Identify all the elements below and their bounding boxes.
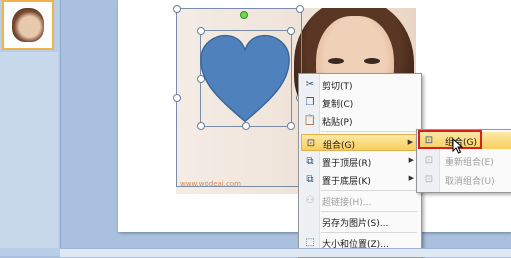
rotate-handle[interactable] <box>240 11 248 19</box>
slide-thumbnail[interactable] <box>2 0 54 50</box>
menu-item-group[interactable]: ⊡ 组合(G) ▶ <box>301 134 419 151</box>
menu-separator <box>321 211 417 212</box>
menu-separator <box>321 131 417 132</box>
submenu-item-ungroup[interactable]: ⊡ 取消组合(U) <box>419 171 511 188</box>
resize-handle[interactable] <box>296 5 304 13</box>
menu-item-label: 超链接(H)... <box>322 198 372 208</box>
paste-icon: 📋 <box>303 115 317 126</box>
ungroup-icon: ⊡ <box>424 174 434 185</box>
menu-item-label: 置于顶层(R) <box>322 159 372 169</box>
menu-item-label: 取消组合(U) <box>445 177 495 187</box>
menu-item-label: 重新组合(E) <box>445 158 494 168</box>
bring-to-front-icon: ⧉ <box>306 156 314 167</box>
menu-item-bring-to-front[interactable]: ⧉ 置于顶层(R) ▶ <box>301 153 419 170</box>
menu-item-label: 另存为图片(S)... <box>322 219 389 229</box>
mouse-pointer-icon <box>452 138 464 154</box>
menu-item-label: 组合(G) <box>323 141 355 151</box>
copy-icon: ❐ <box>305 97 315 108</box>
context-menu: ✂ 剪切(T) ❐ 复制(C) 📋 粘贴(P) ⊡ 组合(G) ▶ ⧉ 置于顶层… <box>298 73 422 258</box>
menu-item-save-as-picture[interactable]: 另存为图片(S)... <box>301 213 419 230</box>
menu-item-copy[interactable]: ❐ 复制(C) <box>301 94 419 111</box>
submenu-arrow-icon: ▶ <box>407 138 413 146</box>
submenu-arrow-icon: ▶ <box>408 174 414 182</box>
menu-item-cut[interactable]: ✂ 剪切(T) <box>301 76 419 93</box>
menu-separator <box>321 232 417 233</box>
thumbnail-photo <box>12 8 44 42</box>
menu-item-paste[interactable]: 📋 粘贴(P) <box>301 112 419 129</box>
send-to-back-icon: ⧉ <box>306 174 314 185</box>
highlight-callout-box <box>418 130 482 149</box>
resize-handle[interactable] <box>173 5 181 13</box>
menu-item-label: 复制(C) <box>322 100 354 110</box>
photo-eye <box>328 58 344 64</box>
resize-handle[interactable] <box>173 94 181 102</box>
menu-item-label: 置于底层(K) <box>322 177 371 187</box>
hyperlink-icon: ⚇ <box>305 195 315 206</box>
menu-item-hyperlink[interactable]: ⚇ 超链接(H)... <box>301 192 419 209</box>
submenu-item-regroup[interactable]: ⊡ 重新组合(E) <box>419 152 511 169</box>
menu-item-label: 剪切(T) <box>322 82 353 92</box>
group-icon: ⊡ <box>306 138 316 149</box>
submenu-arrow-icon: ▶ <box>408 156 414 164</box>
heart-shape[interactable] <box>199 34 291 126</box>
regroup-icon: ⊡ <box>424 155 434 166</box>
slide-thumbnail-pane <box>0 0 61 256</box>
menu-separator <box>321 190 417 191</box>
menu-item-label: 粘贴(P) <box>322 118 353 128</box>
photo-eye <box>364 58 380 64</box>
menu-item-send-to-back[interactable]: ⧉ 置于底层(K) ▶ <box>301 171 419 188</box>
thumbnail-pane-background <box>0 52 58 248</box>
scissors-icon: ✂ <box>305 79 315 90</box>
